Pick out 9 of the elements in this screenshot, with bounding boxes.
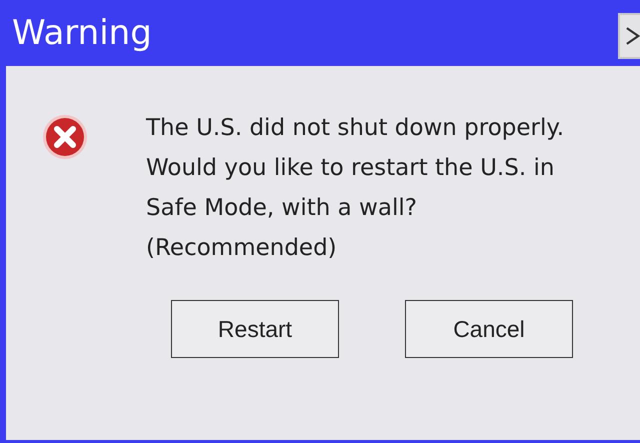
message-line: (Recommended)	[146, 234, 338, 263]
error-icon	[42, 114, 88, 160]
restart-button[interactable]: Restart	[171, 300, 339, 358]
close-button[interactable]	[618, 13, 640, 59]
message-line: The U.S. did not shut down properly.	[146, 114, 564, 143]
message-line: Would you like to restart the U.S. in	[146, 154, 556, 183]
cancel-button[interactable]: Cancel	[405, 300, 573, 358]
window-title: Warning	[12, 16, 152, 50]
message-line: Safe Mode, with a wall?	[146, 194, 418, 223]
